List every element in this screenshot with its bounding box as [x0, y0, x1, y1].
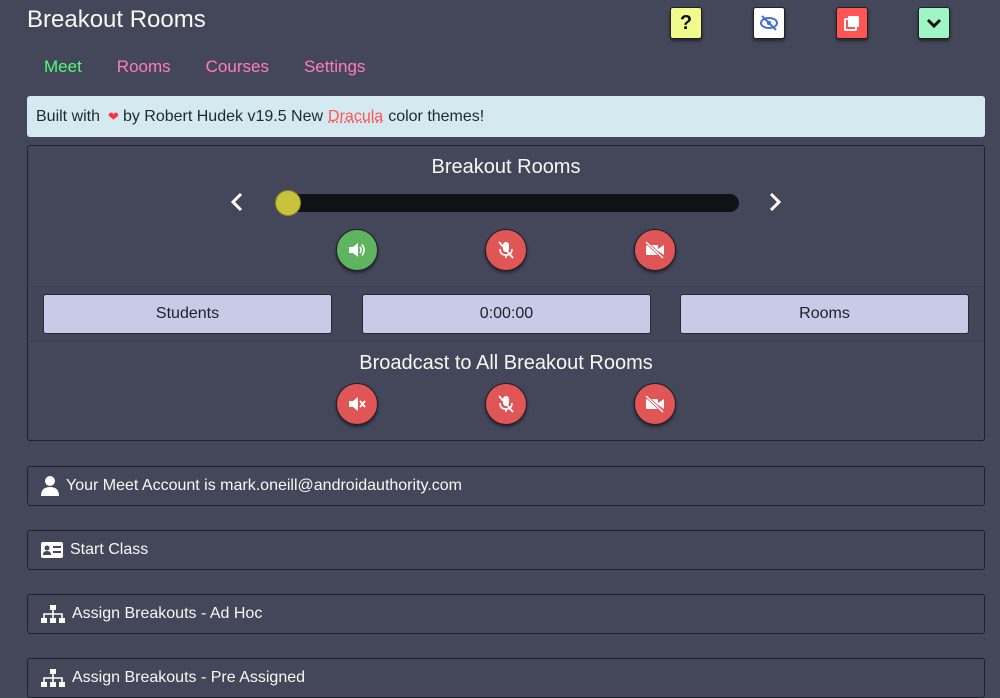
hide-button[interactable] — [753, 7, 785, 39]
broadcast-mute-button[interactable] — [336, 383, 378, 425]
volume-up-icon — [349, 243, 365, 257]
tab-courses[interactable]: Courses — [206, 57, 269, 77]
popout-button[interactable] — [836, 7, 868, 39]
heart-icon: ❤ — [108, 108, 119, 124]
sitemap-icon — [40, 604, 66, 624]
chevron-down-icon — [926, 18, 942, 29]
room-slider-thumb[interactable] — [275, 190, 301, 216]
user-icon — [40, 475, 60, 497]
assign-adhoc-label: Assign Breakouts - Ad Hoc — [72, 605, 263, 622]
chevron-right-icon — [769, 192, 782, 212]
start-class-section[interactable]: Start Class — [27, 530, 985, 570]
tab-rooms[interactable]: Rooms — [117, 57, 171, 77]
room-audio-button[interactable] — [336, 229, 378, 271]
microphone-slash-icon — [498, 395, 514, 413]
banner-end: color themes! — [388, 107, 485, 125]
chevron-left-icon — [230, 192, 243, 212]
assign-adhoc-section[interactable]: Assign Breakouts - Ad Hoc — [27, 594, 985, 634]
rooms-button[interactable]: Rooms — [680, 294, 969, 334]
app-title: Breakout Rooms — [27, 6, 206, 33]
microphone-slash-icon — [498, 241, 514, 259]
timer-button[interactable]: 0:00:00 — [362, 294, 651, 334]
collapse-button[interactable] — [918, 7, 950, 39]
assign-pre-section[interactable]: Assign Breakouts - Pre Assigned — [27, 658, 985, 698]
panel-title: Breakout Rooms — [431, 156, 581, 178]
video-slash-icon — [644, 395, 665, 413]
room-slider-track[interactable] — [275, 194, 739, 212]
breakout-panel: Breakout Rooms Students 0:00:00 Rooms Br… — [27, 145, 985, 441]
banner-prefix: Built with — [36, 107, 101, 125]
room-mic-button[interactable] — [485, 229, 527, 271]
assign-pre-label: Assign Breakouts - Pre Assigned — [72, 669, 306, 686]
info-banner: Built with ❤ by Robert Hudek v19.5 New D… — [27, 96, 985, 137]
dracula-link[interactable]: Dracula — [328, 108, 383, 126]
eye-slash-icon — [760, 15, 778, 31]
sitemap-icon — [40, 668, 66, 688]
broadcast-title: Broadcast to All Breakout Rooms — [359, 352, 653, 374]
help-button[interactable]: ? — [670, 7, 702, 39]
video-slash-icon — [644, 241, 665, 259]
volume-mute-icon — [349, 397, 366, 411]
meet-account-section[interactable]: Your Meet Account is mark.oneill@android… — [27, 466, 985, 506]
next-room-button[interactable] — [763, 190, 787, 214]
students-button[interactable]: Students — [43, 294, 332, 334]
tab-settings[interactable]: Settings — [304, 57, 365, 77]
room-video-button[interactable] — [634, 229, 676, 271]
main-nav: Meet Rooms Courses Settings — [44, 57, 365, 77]
window-restore-icon — [844, 16, 859, 31]
tab-meet[interactable]: Meet — [44, 57, 82, 77]
banner-text: by Robert Hudek v19.5 New — [122, 107, 324, 125]
broadcast-mic-button[interactable] — [485, 383, 527, 425]
prev-room-button[interactable] — [225, 190, 249, 214]
start-class-label: Start Class — [70, 541, 149, 558]
broadcast-video-button[interactable] — [634, 383, 676, 425]
meet-account-label: Your Meet Account is mark.oneill@android… — [66, 477, 462, 494]
question-icon: ? — [679, 11, 693, 34]
id-card-icon — [40, 541, 64, 559]
